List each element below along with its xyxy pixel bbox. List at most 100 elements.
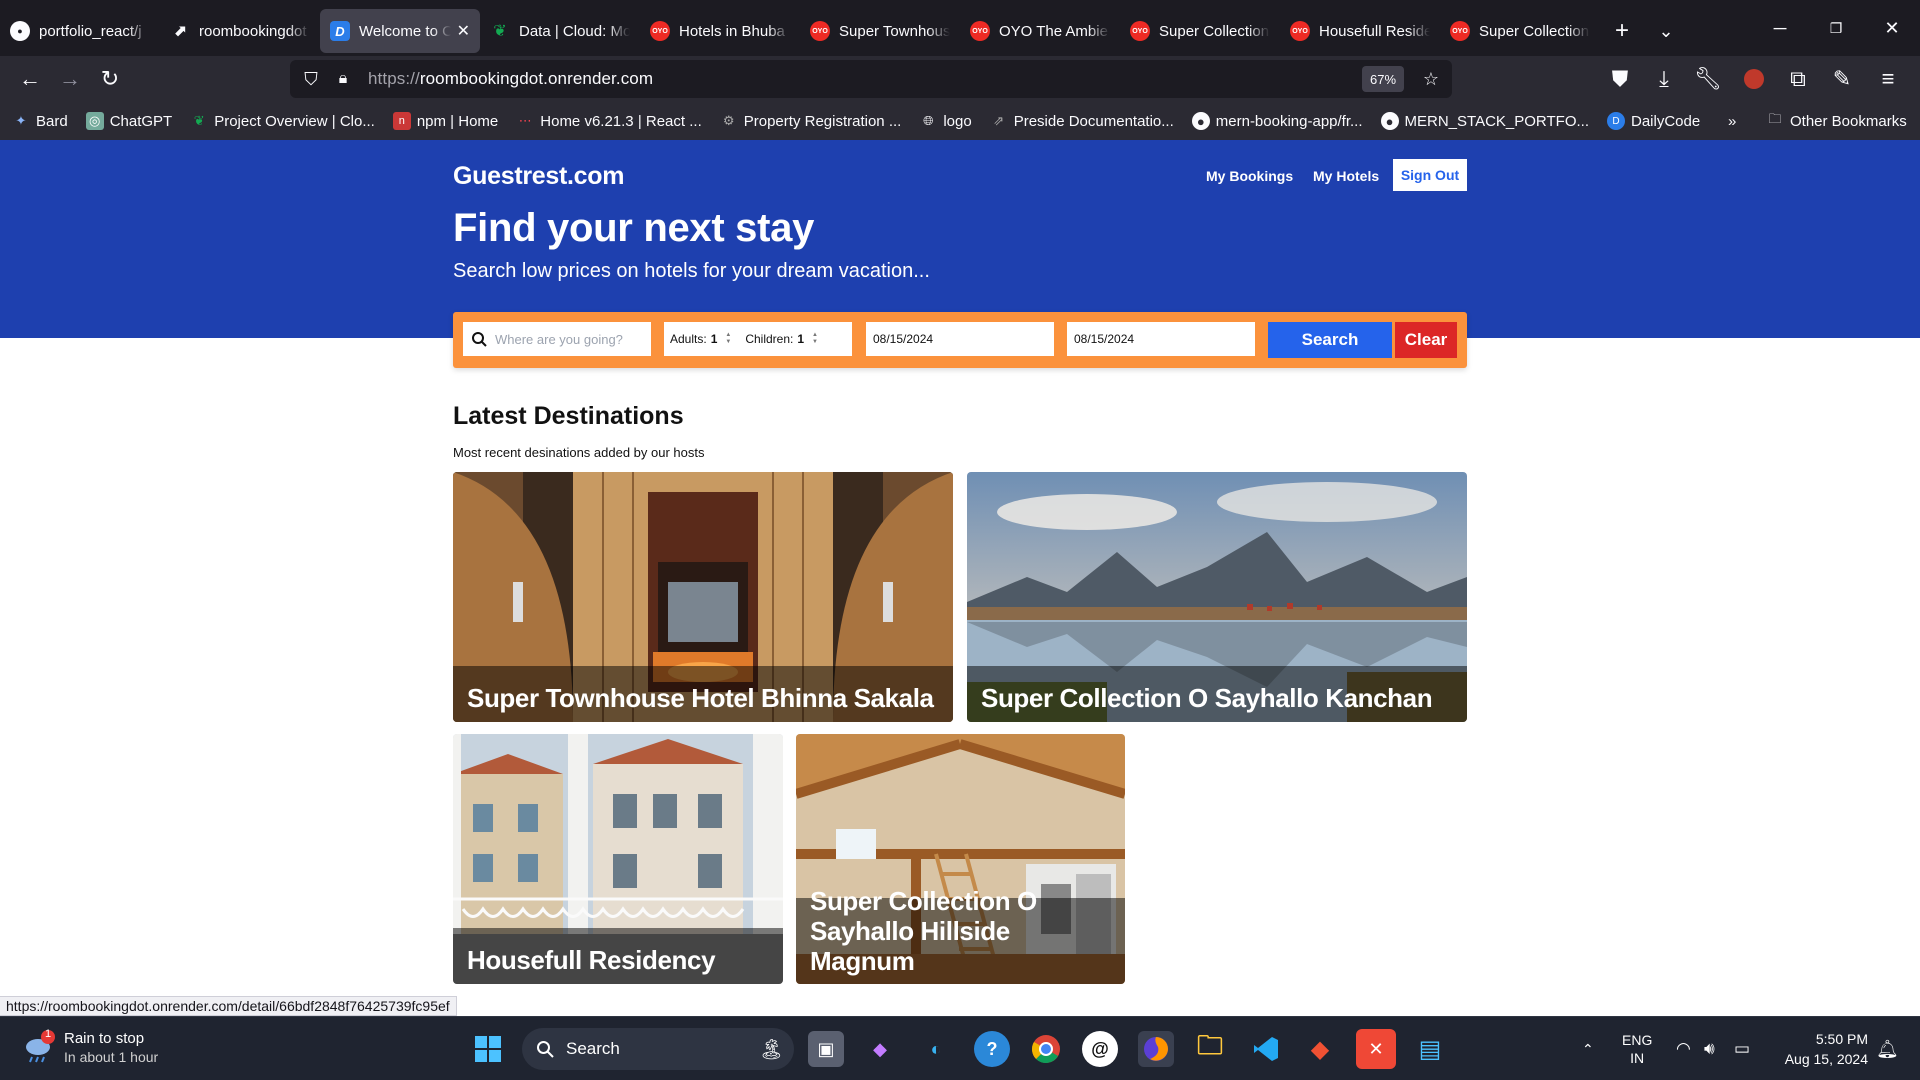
bookmark-project-overview[interactable]: ❦ Project Overview | Clo...	[190, 112, 375, 130]
site-logo[interactable]: Guestrest.com	[453, 162, 624, 191]
tab-title: Data | Cloud: Mo	[519, 22, 630, 40]
chrome-icon[interactable]	[1028, 1031, 1064, 1067]
threads-icon[interactable]: @	[1082, 1031, 1118, 1067]
vscode-icon[interactable]	[1248, 1031, 1284, 1067]
bookmark-label: logo	[943, 112, 972, 130]
minimize-button[interactable]: ─	[1752, 0, 1808, 56]
hotel-name: Super Townhouse Hotel Bhinna Sakala	[453, 666, 953, 722]
bookmark-bard[interactable]: ✦ Bard	[12, 112, 68, 130]
destination-card[interactable]: Super Collection O Sayhallo Kanchan	[967, 472, 1467, 722]
star-bookmark-icon[interactable]: ☆	[1418, 66, 1444, 92]
other-bookmarks-folder[interactable]: 🗀 Other Bookmarks	[1766, 111, 1906, 130]
children-stepper[interactable]: ▲ ▼	[812, 332, 818, 346]
bookmark-label: Property Registration ...	[743, 112, 902, 130]
bookmark-dailycode[interactable]: D DailyCode	[1607, 112, 1700, 130]
my-hotels-link[interactable]: My Hotels	[1313, 168, 1379, 184]
sign-out-button[interactable]: Sign Out	[1393, 159, 1467, 191]
bookmark-mern-portfolio[interactable]: ● MERN_STACK_PORTFO...	[1380, 112, 1589, 130]
check-out-date-input[interactable]: 08/15/2024	[1067, 322, 1255, 356]
weather-rain-icon: 1	[22, 1028, 58, 1065]
search-bar: Where are you going? Adults: 1 ▲ ▼ Childre…	[453, 312, 1467, 368]
bookmark-label: ChatGPT	[109, 112, 173, 130]
copilot-icon[interactable]: ◆	[862, 1031, 898, 1067]
tab-active-welcome[interactable]: D Welcome to C ✕	[320, 9, 480, 53]
more-bookmarks-chevron-icon[interactable]: »	[1728, 113, 1736, 130]
tab-oyo-townhouse[interactable]: OYO Super Townhous	[800, 9, 960, 53]
edge-icon[interactable]: ◐	[918, 1031, 954, 1067]
mongodb-icon: ❦	[193, 113, 205, 128]
address-bar[interactable]: ⛉ 🔒︎ https://roombookingdot.onrender.com…	[290, 60, 1452, 98]
xampp-icon[interactable]: ✕	[1356, 1029, 1396, 1069]
my-bookings-link[interactable]: My Bookings	[1206, 168, 1293, 184]
tab-oyo-ambience[interactable]: OYO OYO The Ambie	[960, 9, 1120, 53]
destination-card[interactable]: Super Townhouse Hotel Bhinna Sakala	[453, 472, 953, 722]
clock[interactable]: 5:50 PM Aug 15, 2024	[1772, 1029, 1868, 1069]
tab-oyo-collection-2[interactable]: OYO Super Collection	[1440, 9, 1600, 53]
weather-widget[interactable]: 1 Rain to stop In about 1 hour	[22, 1028, 158, 1065]
forward-button[interactable]: →	[50, 59, 90, 99]
help-icon[interactable]: ?	[974, 1031, 1010, 1067]
browser-tab-strip: ● portfolio_react/j ⬈ roombookingdot D W…	[0, 0, 1920, 56]
tab-oyo-hotels[interactable]: OYO Hotels in Bhuba	[640, 9, 800, 53]
show-hidden-icons-chevron-icon[interactable]: ⌃	[1582, 1017, 1594, 1080]
adults-stepper[interactable]: ▲ ▼	[725, 332, 731, 346]
children-label: Children:	[745, 332, 794, 346]
bookmark-mern-booking[interactable]: ● mern-booking-app/fr...	[1191, 112, 1363, 130]
firefox-icon[interactable]	[1138, 1031, 1174, 1067]
wrench-icon[interactable]: 🔧︎	[1688, 59, 1728, 99]
globe-icon: 🌐︎	[923, 113, 934, 128]
wifi-icon[interactable]: ◠	[1676, 1017, 1691, 1080]
bookmark-label: DailyCode	[1631, 112, 1701, 130]
bookmark-logo[interactable]: 🌐︎ logo	[919, 112, 972, 130]
search-button[interactable]: Search	[1268, 322, 1392, 358]
shield-icon[interactable]: ⛉	[298, 66, 324, 92]
tab-oyo-housefull[interactable]: OYO Housefull Reside	[1280, 9, 1440, 53]
reload-button[interactable]: ↻	[90, 59, 130, 99]
preside-icon: ⇗	[993, 113, 1005, 128]
tab-render[interactable]: ⬈ roombookingdot	[160, 9, 320, 53]
url-text[interactable]: https://roombookingdot.onrender.com	[368, 69, 653, 89]
download-icon[interactable]: ⤓	[1644, 59, 1684, 99]
adults-input[interactable]: 1	[711, 332, 718, 346]
restore-button[interactable]: ❐	[1808, 0, 1864, 56]
bookmark-npm[interactable]: n npm | Home	[392, 112, 498, 130]
task-view-icon[interactable]: ▣	[808, 1031, 844, 1067]
language-indicator[interactable]: ENG IN	[1622, 1017, 1652, 1080]
tab-oyo-collection[interactable]: OYO Super Collection	[1120, 9, 1280, 53]
taskbar-search-box[interactable]: Search 🏝︎	[522, 1028, 794, 1070]
back-button[interactable]: ←	[10, 59, 50, 99]
bookmark-preside[interactable]: ⇗ Preside Documentatio...	[990, 112, 1174, 130]
destination-card[interactable]: Super Collection O Sayhallo Hillside Mag…	[796, 734, 1125, 984]
tab-mongodb[interactable]: ❦ Data | Cloud: Mo	[480, 9, 640, 53]
page-viewport: Guestrest.com My Bookings My Hotels Sign…	[0, 140, 1920, 1016]
clear-button[interactable]: Clear	[1395, 322, 1457, 358]
bookmark-react-router[interactable]: ⋯ Home v6.21.3 | React ...	[516, 112, 702, 130]
destination-field[interactable]: Where are you going?	[463, 322, 651, 356]
gear-icon: ⚙	[722, 113, 735, 128]
check-in-date-input[interactable]: 08/15/2024	[866, 322, 1054, 356]
battery-icon[interactable]: ▭	[1734, 1017, 1750, 1080]
pocket-icon[interactable]: ⛊	[1600, 59, 1640, 99]
profile-avatar[interactable]	[1734, 59, 1774, 99]
children-input[interactable]: 1	[797, 332, 804, 346]
zoom-level[interactable]: 67%	[1362, 66, 1405, 92]
menu-icon[interactable]: ≡	[1868, 59, 1908, 99]
extensions-icon[interactable]: ⧉	[1778, 59, 1818, 99]
bookmark-property-registration[interactable]: ⚙ Property Registration ...	[720, 112, 902, 130]
close-window-button[interactable]: ✕	[1864, 0, 1920, 56]
new-tab-button[interactable]: +	[1600, 9, 1644, 53]
windows-start-icon[interactable]	[470, 1031, 506, 1067]
bookmark-chatgpt[interactable]: ◎ ChatGPT	[85, 112, 173, 130]
list-tabs-button[interactable]: ⌄	[1644, 9, 1688, 53]
hotel-name: Super Collection O Sayhallo Hillside Mag…	[796, 886, 1125, 984]
git-icon[interactable]: ◆	[1302, 1031, 1338, 1067]
pen-icon[interactable]: ✎	[1822, 59, 1862, 99]
notification-bell-icon[interactable]: 🔔︎	[1876, 1017, 1899, 1080]
lock-icon[interactable]: 🔒︎	[330, 66, 356, 92]
volume-icon[interactable]: 🔊︎	[1704, 1017, 1715, 1080]
tab-github[interactable]: ● portfolio_react/j	[0, 9, 160, 53]
notepad-icon[interactable]: ▤	[1412, 1031, 1448, 1067]
close-tab-icon[interactable]: ✕	[457, 21, 470, 41]
destination-card[interactable]: Housefull Residency	[453, 734, 783, 984]
file-explorer-icon[interactable]: 🗀	[1192, 1030, 1228, 1067]
